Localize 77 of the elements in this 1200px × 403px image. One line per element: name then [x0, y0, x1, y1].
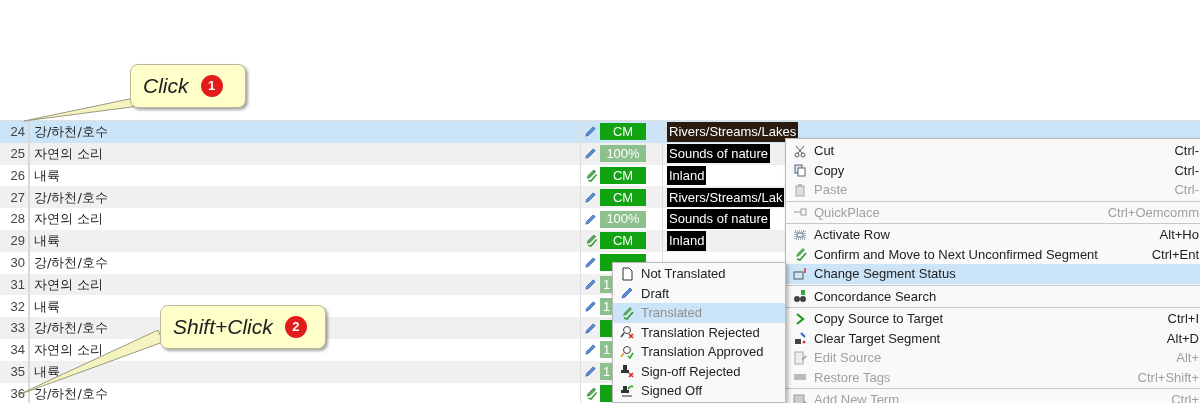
- binoculars-icon: [793, 289, 807, 304]
- check-pencil-icon: [793, 247, 807, 262]
- target-text: Sounds of nature: [667, 143, 771, 164]
- match-badge: CM: [600, 167, 646, 184]
- match-badge: 100%: [600, 210, 646, 228]
- pencil-icon: [584, 299, 597, 313]
- source-text: 내륙: [34, 363, 60, 379]
- row-number: 26: [9, 166, 26, 185]
- status-box-icon: [793, 266, 807, 281]
- stamp-check-icon: [620, 383, 634, 398]
- target-text: Sounds of nature: [667, 209, 771, 229]
- pencil-icon: [584, 277, 597, 291]
- callout-text: Shift+Click: [173, 314, 273, 341]
- check-pencil-icon: [620, 305, 634, 320]
- step-number: 2: [284, 316, 307, 338]
- source-text: 자연의 소리: [34, 342, 104, 358]
- source-text: 자연의 소리: [34, 276, 104, 292]
- pencil-icon: [584, 147, 597, 161]
- match-badge: CM: [600, 123, 646, 141]
- callout-text: Click: [143, 73, 189, 100]
- row-number: 31: [9, 275, 26, 294]
- step-number: 1: [200, 75, 223, 97]
- eraser-icon: [793, 331, 807, 346]
- table-row[interactable]: 24 강/하천/호수 CM Rivers/Streams/Lakes: [0, 121, 1200, 143]
- source-text: 자연의 소리: [34, 145, 104, 161]
- source-text: 강/하천/호수: [34, 124, 108, 140]
- source-text: 내륙: [34, 233, 60, 249]
- target-text: Rivers/Streams/Lak: [667, 187, 785, 208]
- row-number: 29: [9, 232, 26, 251]
- copy-icon: [793, 163, 807, 178]
- row-number: 33: [9, 319, 26, 338]
- menu-item[interactable]: Cut Ctrl-: [786, 141, 1200, 161]
- menu-item[interactable]: Signed Off: [613, 381, 785, 401]
- menu-item[interactable]: Translation Rejected: [613, 322, 785, 342]
- magnifier-check-icon: [620, 344, 634, 359]
- menu-item[interactable]: Sign-off Rejected: [613, 361, 785, 381]
- row-number: 28: [9, 210, 26, 229]
- pencil-icon: [620, 286, 634, 301]
- row-number: 25: [9, 144, 26, 163]
- pencil-icon: [584, 365, 597, 379]
- stamp-cross-icon: [620, 364, 634, 379]
- row-number: 35: [9, 362, 26, 381]
- pencil-icon: [584, 321, 597, 335]
- dotted-box-icon: [793, 227, 807, 242]
- match-badge: CM: [600, 232, 646, 250]
- menu-item[interactable]: Copy Source to Target Ctrl+I: [786, 309, 1200, 329]
- row-number: 24: [9, 123, 26, 142]
- menu-item[interactable]: Clear Target Segment Alt+D: [786, 328, 1200, 348]
- pencil-icon: [584, 256, 597, 270]
- target-text: Inland: [667, 165, 707, 186]
- target-text: Rivers/Streams/Lakes: [667, 122, 799, 142]
- row-number: 30: [9, 253, 26, 272]
- source-text: 내륙: [34, 298, 60, 314]
- page-icon: [620, 266, 634, 281]
- source-text: 강/하천/호수: [34, 254, 108, 270]
- source-text: 강/하천/호수: [34, 320, 108, 336]
- pencil-icon: [584, 125, 597, 139]
- match-badge: CM: [600, 188, 646, 206]
- menu-item[interactable]: Translation Approved: [613, 342, 785, 362]
- clipboard-icon: [793, 182, 807, 197]
- source-text: 자연의 소리: [34, 211, 104, 227]
- source-text: 내륙: [34, 167, 60, 183]
- target-text: Inland: [667, 231, 707, 251]
- source-text: 강/하천/호수: [34, 189, 108, 205]
- pencil-icon: [584, 212, 597, 226]
- magnifier-cross-icon: [620, 325, 634, 340]
- row-number: 36: [9, 384, 26, 403]
- scissors-icon: [793, 143, 807, 158]
- source-text: 강/하천/호수: [34, 385, 108, 401]
- document-edit-icon: [793, 350, 807, 365]
- row-number: 27: [9, 188, 26, 207]
- row-number: 34: [9, 341, 26, 360]
- row-number: 32: [9, 297, 26, 316]
- pencil-icon: [584, 190, 597, 204]
- menu-item[interactable]: Change Segment Status: [786, 264, 1200, 284]
- pencil-icon: [584, 343, 597, 357]
- match-badge: 100%: [600, 145, 646, 163]
